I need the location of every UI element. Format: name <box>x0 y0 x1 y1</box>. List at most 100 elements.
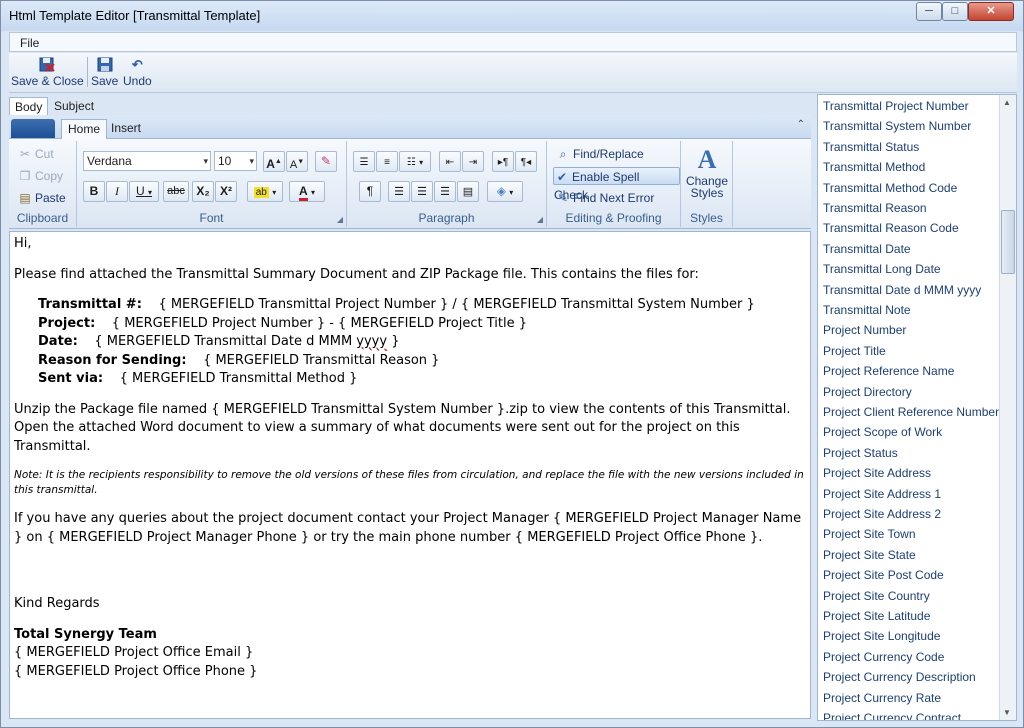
field-list-item[interactable]: Project Site Post Code <box>823 568 944 582</box>
field-list-item[interactable]: Project Directory <box>823 385 912 399</box>
bold-button[interactable]: B <box>83 181 105 202</box>
decrease-indent-button[interactable]: ⇤ <box>439 151 461 172</box>
tab-body[interactable]: Body <box>9 97 49 115</box>
field-list-item[interactable]: Project Site Address <box>823 466 931 480</box>
field-list-item[interactable]: Project Reference Name <box>823 364 954 378</box>
close-button[interactable]: ✕ <box>968 2 1014 21</box>
field-list-scrollbar[interactable]: ▲ ▼ <box>999 95 1016 720</box>
increase-indent-button[interactable]: ⇥ <box>462 151 484 172</box>
field-list-item[interactable]: Project Scope of Work <box>823 425 942 439</box>
scroll-up-icon[interactable]: ▲ <box>1003 98 1011 107</box>
title-bar: Html Template Editor [Transmittal Templa… <box>1 1 1023 31</box>
application-menu-button[interactable] <box>11 119 55 138</box>
field-list-item[interactable]: Transmittal Date d MMM yyyy <box>823 283 981 297</box>
toolbar-separator <box>87 57 88 87</box>
field-list-item[interactable]: Project Site Latitude <box>823 609 930 623</box>
show-formatting-button[interactable]: ¶ <box>359 181 381 202</box>
copy-button[interactable]: ❐ Copy <box>17 167 63 185</box>
bullets-button[interactable]: ☰ <box>353 151 375 172</box>
merge-field-list: Transmittal Project Number Transmittal Sy… <box>817 94 1017 721</box>
field-list-item[interactable]: Project Currency Rate <box>823 691 941 705</box>
spell-check-toggle[interactable]: ✔ Enable Spell Check <box>553 167 680 202</box>
paint-bucket-icon: ◈ <box>496 184 506 198</box>
align-right-icon: ☰ <box>440 186 450 198</box>
field-list-item[interactable]: Project Site Town <box>823 527 916 541</box>
find-next-error-button[interactable]: ✎ Find Next Error <box>555 189 654 207</box>
superscript-button[interactable]: X² <box>215 181 237 202</box>
paragraph-group: ☰ ≡ ☷ ▾ ⇤ ⇥ ▸¶ ¶◂ ¶ ☰ ☰ ☰ ▤ ◈ ▾ Paragrap… <box>347 141 547 227</box>
grow-font-button[interactable]: A▲ <box>263 151 285 172</box>
paste-button[interactable]: ▤ Paste <box>17 189 65 207</box>
chevron-down-icon: ▾ <box>509 188 514 197</box>
field-list-item[interactable]: Transmittal Status <box>823 140 919 154</box>
scroll-thumb[interactable] <box>1001 210 1015 274</box>
align-center-button[interactable]: ☰ <box>411 181 433 202</box>
field-list-item[interactable]: Transmittal Long Date <box>823 262 941 276</box>
strikethrough-button[interactable]: abc <box>163 181 189 202</box>
field-list-item[interactable]: Project Site State <box>823 548 916 562</box>
field-list-item[interactable]: Project Currency Contract <box>823 711 961 720</box>
field-list-item[interactable]: Project Number <box>823 323 906 337</box>
tab-insert[interactable]: Insert <box>105 119 147 139</box>
minimize-button[interactable]: ─ <box>916 2 942 21</box>
field-list-item[interactable]: Project Site Address 2 <box>823 507 941 521</box>
field-list-item[interactable]: Transmittal Method Code <box>823 181 957 195</box>
ltr-button[interactable]: ▸¶ <box>492 151 514 172</box>
rtl-button[interactable]: ¶◂ <box>515 151 537 172</box>
clear-formatting-button[interactable]: ✎ <box>315 151 337 172</box>
html-editor[interactable]: Hi, Please find attached the Transmittal… <box>9 231 811 719</box>
field-list-item[interactable]: Transmittal System Number <box>823 119 971 133</box>
undo-button[interactable]: ↶ Undo <box>123 57 152 88</box>
cut-button[interactable]: ✂ Cut <box>17 145 54 163</box>
field-list-item[interactable]: Project Site Address 1 <box>823 487 941 501</box>
shrink-font-button[interactable]: A▼ <box>286 151 308 172</box>
save-close-button[interactable]: Save & Close <box>11 57 84 88</box>
shading-button[interactable]: ◈ ▾ <box>487 181 523 202</box>
justify-button[interactable]: ▤ <box>457 181 479 202</box>
shrink-font-icon: A▼ <box>289 158 305 171</box>
clipboard-group-label: Clipboard <box>16 211 69 225</box>
tab-subject[interactable]: Subject <box>49 97 99 115</box>
field-list-item[interactable]: Transmittal Reason Code <box>823 221 959 235</box>
maximize-button[interactable]: □ <box>942 2 968 21</box>
field-list-item[interactable]: Transmittal Reason <box>823 201 927 215</box>
change-styles-icon: A <box>697 145 717 174</box>
field-list-item[interactable]: Project Status <box>823 446 898 460</box>
field-list-item[interactable]: Project Title <box>823 344 886 358</box>
collapse-ribbon-icon[interactable]: ⌃ <box>797 119 805 130</box>
highlighter-icon: ab <box>253 187 269 198</box>
field-list-item[interactable]: Project Client Reference Number <box>823 405 999 419</box>
menu-file[interactable]: File <box>20 36 39 50</box>
italic-button[interactable]: I <box>106 181 128 202</box>
detail-transmittal: Transmittal #: { MERGEFIELD Transmittal … <box>38 296 806 315</box>
scroll-down-icon[interactable]: ▼ <box>1003 708 1011 717</box>
numbering-button[interactable]: ≡ <box>376 151 398 172</box>
align-right-button[interactable]: ☰ <box>434 181 456 202</box>
subscript-button[interactable]: X₂ <box>192 181 214 202</box>
field-list-item[interactable]: Project Site Longitude <box>823 629 940 643</box>
tab-home[interactable]: Home <box>61 119 108 139</box>
email-field-text: { MERGEFIELD Project Office Email } <box>14 645 254 660</box>
field-list-item[interactable]: Project Currency Description <box>823 670 976 684</box>
align-left-button[interactable]: ☰ <box>388 181 410 202</box>
underline-button[interactable]: U ▾ <box>129 181 159 202</box>
font-family-select[interactable]: Verdana ▾ <box>83 151 211 171</box>
field-list-item[interactable]: Transmittal Date <box>823 242 911 256</box>
dialog-launcher-icon[interactable]: ◢ <box>337 215 343 224</box>
detail-value: { MERGEFIELD Transmittal Date d MMM <box>94 334 357 349</box>
field-list-item[interactable]: Project Currency Code <box>823 650 944 664</box>
highlight-color-button[interactable]: ab ▾ <box>247 181 283 202</box>
editing-group-label: Editing & Proofing <box>565 211 662 225</box>
dialog-launcher-icon[interactable]: ◢ <box>537 215 543 224</box>
change-styles-button[interactable]: A Change Styles <box>685 145 729 199</box>
field-list-item[interactable]: Transmittal Note <box>823 303 911 317</box>
styles-group-label: Styles <box>690 211 723 225</box>
field-list-item[interactable]: Project Site Country <box>823 589 930 603</box>
multilevel-list-button[interactable]: ☷ ▾ <box>399 151 431 172</box>
font-size-select[interactable]: 10 ▾ <box>214 151 257 171</box>
font-color-button[interactable]: A ▾ <box>289 181 325 202</box>
save-button[interactable]: Save <box>91 57 118 88</box>
field-list-item[interactable]: Transmittal Method <box>823 160 925 174</box>
find-replace-button[interactable]: ⌕ Find/Replace <box>555 145 644 163</box>
field-list-item[interactable]: Transmittal Project Number <box>823 99 969 113</box>
